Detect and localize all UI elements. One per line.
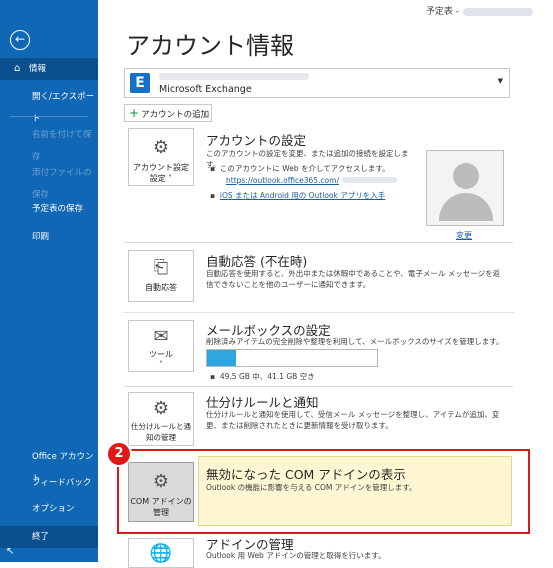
mailbox-tools-button[interactable]: ✉ ツール ˅ — [128, 320, 194, 372]
mailbox-desc: 削除済みアイテムの完全削除や整理を利用して、メールボックスのサイズを管理します。 — [206, 337, 504, 346]
account-type: Microsoft Exchange — [159, 84, 252, 95]
annotation-step-badge: 2 — [106, 441, 132, 467]
back-arrow-icon[interactable]: ← — [10, 30, 30, 50]
sidebar-item-office-account[interactable]: Office アカウント — [0, 446, 98, 484]
add-account-button[interactable]: + アカウントの追加 — [124, 104, 212, 122]
dropdown-arrow-icon[interactable]: ▼ — [498, 77, 503, 85]
globe-icon: 🌐 — [149, 543, 173, 564]
account-email-redacted — [159, 73, 309, 80]
divider — [124, 386, 514, 387]
backstage-sidebar: ← ⌂ 情報 開く/エクスポート 名前を付けて保存 添付ファイルの保存 予定表の保… — [0, 0, 98, 562]
mailbox-usage-fill — [207, 350, 236, 366]
sidebar-item-feedback[interactable]: フィードバック — [0, 472, 98, 494]
owa-link[interactable]: https://outlook.office365.com/ — [226, 176, 397, 185]
profile-photo — [426, 150, 504, 226]
exchange-logo-icon: E — [130, 73, 150, 93]
sidebar-item-save-calendar[interactable]: 予定表の保存 — [0, 198, 98, 220]
account-selector[interactable]: E Microsoft Exchange ▼ — [124, 68, 510, 98]
sidebar-item-options[interactable]: オプション — [0, 498, 98, 520]
sidebar-divider — [10, 116, 88, 117]
change-photo-link[interactable]: 変更 — [456, 230, 472, 241]
account-settings-title: アカウントの設定 — [206, 133, 307, 148]
rules-desc: 仕分けルールと通知を使用して、受信メール メッセージを整理し、アイテムが追加、変… — [206, 410, 500, 430]
sidebar-item-info[interactable]: ⌂ 情報 — [0, 58, 98, 80]
rules-icon: ⚙ — [152, 398, 170, 419]
addins-button[interactable]: 🌐 — [128, 538, 194, 568]
account-settings-icon: ⚙ — [152, 137, 170, 158]
mailbox-usage-bar — [206, 349, 378, 367]
annotation-highlight-box — [117, 449, 530, 534]
addins-desc: Outlook 用 Web アドインの管理と取得を行います。 — [206, 551, 386, 560]
sidebar-item-print[interactable]: 印刷 — [0, 226, 98, 248]
page-title: アカウント情報 — [126, 32, 294, 60]
auto-reply-desc: 自動応答を使用すると、外出中または休暇中であることや、電子メール メッセージを返… — [206, 269, 501, 289]
account-bullet-1: ▪ このアカウントに Web を介してアクセスします。 — [210, 164, 390, 173]
auto-reply-icon: ⎗ — [153, 257, 169, 278]
window-title: 予定表 - — [426, 4, 533, 17]
tools-icon: ✉ — [153, 326, 169, 347]
rules-button[interactable]: ⚙ 仕分けルールと通知の管理 — [128, 392, 194, 446]
divider — [124, 312, 514, 313]
sidebar-item-save-attachments: 添付ファイルの保存 — [32, 168, 92, 200]
auto-reply-button[interactable]: ⎗ 自動応答 — [128, 250, 194, 302]
mailbox-usage-text: ▪ 49.5 GB 中、41.1 GB 空き — [210, 372, 315, 381]
mouse-cursor-icon: ↖ — [6, 546, 15, 557]
plus-icon: + — [129, 106, 140, 120]
sidebar-item-save-as: 名前を付けて保存 — [32, 130, 92, 162]
account-settings-button[interactable]: ⚙ アカウント設定 設定 ˅ — [128, 128, 194, 186]
sidebar-item-open-export[interactable]: 開く/エクスポート — [0, 86, 98, 124]
sidebar-item-exit[interactable]: 終了 — [0, 526, 98, 548]
home-icon: ⌂ — [14, 63, 21, 74]
outlook-app-link[interactable]: ▪ iOS または Android 用の Outlook アプリを入手 — [210, 190, 385, 201]
divider — [124, 242, 514, 243]
